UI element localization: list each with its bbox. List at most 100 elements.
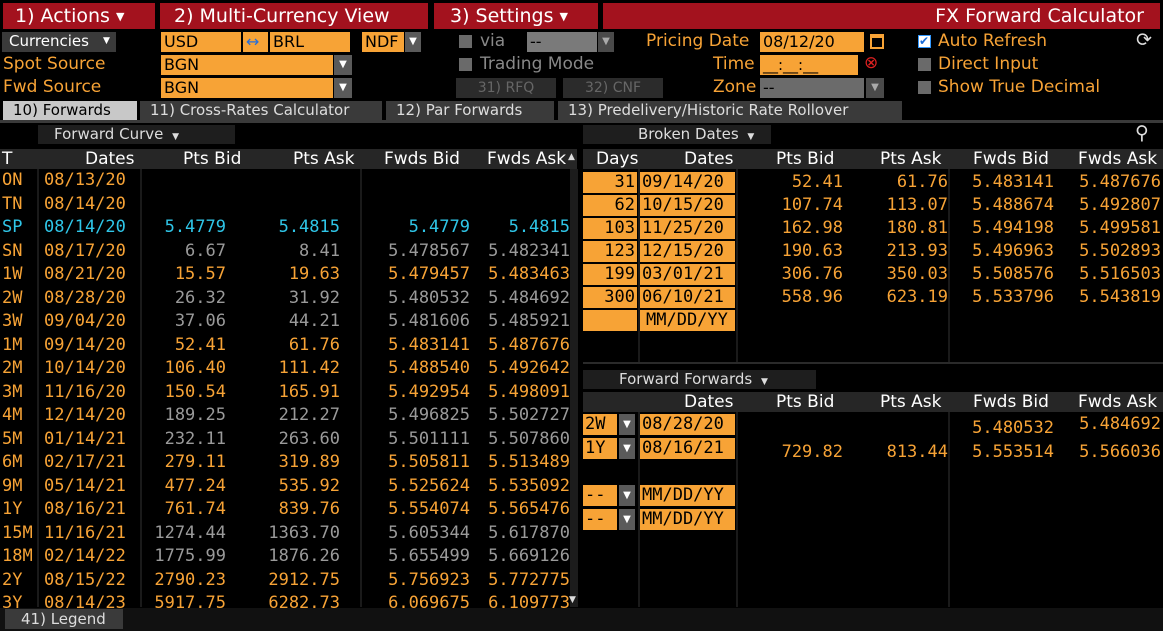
broken-date-input[interactable]: 03/01/21 <box>640 264 735 285</box>
broken-days-input[interactable]: 62 <box>583 195 637 216</box>
zone-field[interactable]: -- <box>760 78 864 98</box>
pts-bid-cell <box>140 193 226 216</box>
table-row[interactable]: 5M 01/14/21 232.11 263.60 5.501111 5.507860 <box>0 428 577 451</box>
table-row[interactable]: 6M 02/17/21 279.11 319.89 5.505811 5.513489 <box>0 451 577 474</box>
broken-date-input[interactable]: 10/15/20 <box>640 195 735 216</box>
spot-source-dropdown-arrow[interactable]: ▼ <box>334 55 352 75</box>
ff-date-input[interactable]: MM/DD/YY <box>640 509 735 530</box>
cnf-button[interactable]: 32) CNF <box>563 78 663 98</box>
refresh-icon[interactable]: ⟳ <box>1136 31 1152 50</box>
direct-input-checkbox[interactable] <box>918 58 931 71</box>
broken-date-input[interactable]: 09/14/20 <box>640 172 735 193</box>
tenor-input[interactable]: 1Y <box>583 438 617 459</box>
table-row[interactable]: ON 08/13/20 <box>0 169 577 192</box>
settings-menu[interactable]: 3) Settings ▼ <box>434 3 598 29</box>
table-row[interactable]: 1W 08/21/20 15.57 19.63 5.479457 5.483463 <box>0 263 577 286</box>
zone-dropdown-arrow[interactable]: ▼ <box>866 78 884 98</box>
ff-date-input[interactable]: MM/DD/YY <box>640 485 735 506</box>
table-row[interactable]: 18M 02/14/22 1775.99 1876.26 5.655499 5.66912… <box>0 545 577 568</box>
tenor-input[interactable]: -- <box>583 509 617 530</box>
swap-currencies-button[interactable]: ↔ <box>243 32 268 52</box>
tab-forwards[interactable]: 10) Forwards <box>3 101 137 120</box>
pts-ask-cell: 8.41 <box>299 240 340 261</box>
broken-days-input[interactable]: 103 <box>583 218 637 239</box>
table-row[interactable]: 1M 09/14/20 52.41 61.76 5.483141 5.487676 <box>0 334 577 357</box>
via-field[interactable]: -- <box>527 32 597 52</box>
table-row[interactable]: TN 08/14/20 <box>0 193 577 216</box>
fwds-bid-cell: 5.4779 <box>408 217 470 237</box>
broken-date-input-empty[interactable]: MM/DD/YY <box>640 310 735 331</box>
ff-date-input[interactable]: 08/28/20 <box>640 414 735 435</box>
table-row[interactable]: 4M 12/14/20 189.25 212.27 5.496825 5.502727 <box>0 404 577 427</box>
fwds-ask-cell: 5.482341 <box>488 240 570 261</box>
table-row[interactable]: SN 08/17/20 6.67 8.41 5.478567 5.482341 <box>0 240 577 263</box>
tab-predelivery[interactable]: 13) Predelivery/Historic Rate Rollover <box>558 101 902 120</box>
broken-date-input[interactable]: 12/15/20 <box>640 241 735 262</box>
broken-dates-header[interactable]: Broken Dates ▼ <box>583 125 771 144</box>
broken-days-input[interactable]: 31 <box>583 172 637 193</box>
time-field[interactable]: __:__:__ <box>760 55 858 75</box>
table-row[interactable]: 15M 11/16/21 1274.44 1363.70 5.605344 5.61787… <box>0 522 577 545</box>
tenor-dropdown-arrow[interactable]: ▼ <box>619 438 635 459</box>
pts-bid-cell: 15.57 <box>174 264 226 284</box>
table-row[interactable]: 9M 05/14/21 477.24 535.92 5.525624 5.535092 <box>0 475 577 498</box>
legend-button[interactable]: 41) Legend <box>5 609 123 629</box>
tenor-input[interactable]: -- <box>583 485 617 506</box>
via-dropdown-arrow[interactable]: ▼ <box>598 32 614 52</box>
quote-currency-field[interactable]: BRL <box>270 32 350 52</box>
multi-currency-view-button[interactable]: 2) Multi-Currency View <box>160 3 428 29</box>
table-row[interactable]: 1Y 08/16/21 761.74 839.76 5.554074 5.565476 <box>0 498 577 521</box>
actions-menu[interactable]: 1) Actions ▼ <box>3 3 155 29</box>
scroll-up-arrow-icon[interactable]: ▲ <box>568 153 575 162</box>
zoom-search-icon[interactable]: ⚲ <box>1135 124 1149 143</box>
broken-days-input[interactable]: 199 <box>583 264 637 285</box>
tab-par-forwards[interactable]: 12) Par Forwards <box>386 101 554 120</box>
pts-ask-cell: 319.89 <box>278 452 340 472</box>
spot-source-field[interactable]: BGN <box>161 55 333 75</box>
show-true-decimal-checkbox[interactable] <box>918 81 931 94</box>
table-row[interactable]: 2Y 08/15/22 2790.23 2912.75 5.756923 5.772775 <box>0 569 577 592</box>
tenor-dropdown-arrow[interactable]: ▼ <box>619 485 635 506</box>
fwd-source-field[interactable]: BGN <box>161 78 333 98</box>
pts-ask-cell: 1876.26 <box>268 546 340 566</box>
pricing-date-field[interactable]: 08/12/20 <box>760 32 864 52</box>
broken-days-input[interactable]: 300 <box>583 287 637 308</box>
tenor-cell: 1Y <box>2 499 23 519</box>
calendar-icon[interactable] <box>870 34 884 49</box>
table-row[interactable]: 3M 11/16/20 150.54 165.91 5.492954 5.498091 <box>0 381 577 404</box>
table-row[interactable]: 3W 09/04/20 37.06 44.21 5.481606 5.485921 <box>0 310 577 333</box>
chevron-down-icon: ▼ <box>761 377 768 387</box>
table-row[interactable]: SP 08/14/20 5.4779 5.4815 5.4779 5.4815 <box>0 216 577 239</box>
tenor-cell: 4M <box>2 405 23 425</box>
date-cell: 05/14/21 <box>44 475 126 496</box>
ff-date-input[interactable]: 08/16/21 <box>640 438 735 459</box>
ndf-dropdown-arrow[interactable]: ▼ <box>405 32 421 52</box>
broken-date-input[interactable]: 06/10/21 <box>640 287 735 308</box>
pts-bid-cell <box>740 489 843 510</box>
table-row[interactable]: 2W 08/28/20 26.32 31.92 5.480532 5.484692 <box>0 287 577 310</box>
clear-time-icon[interactable]: ⊗ <box>864 55 878 72</box>
broken-date-input[interactable]: 11/25/20 <box>640 218 735 239</box>
base-currency-field[interactable]: USD <box>161 32 241 52</box>
fwds-ask-cell: 5.498091 <box>488 381 570 402</box>
auto-refresh-checkbox[interactable] <box>918 34 931 48</box>
rfq-button[interactable]: 31) RFQ <box>456 78 556 98</box>
fwds-ask-cell <box>1056 489 1161 510</box>
broken-days-input-empty[interactable] <box>583 310 637 331</box>
pts-bid-cell: 37.06 <box>174 311 226 331</box>
forward-curve-header[interactable]: Forward Curve ▼ <box>38 125 235 144</box>
via-checkbox[interactable] <box>459 35 472 48</box>
tenor-dropdown-arrow[interactable]: ▼ <box>619 414 635 435</box>
forward-forwards-header[interactable]: Forward Forwards ▼ <box>583 370 816 389</box>
trading-mode-checkbox[interactable] <box>459 58 472 71</box>
table-row[interactable]: 2M 10/14/20 106.40 111.42 5.488540 5.492642 <box>0 357 577 380</box>
fwd-source-dropdown-arrow[interactable]: ▼ <box>334 78 352 98</box>
ndf-field[interactable]: NDF <box>362 32 404 52</box>
pts-bid-cell: 5.4779 <box>164 217 226 237</box>
tenor-dropdown-arrow[interactable]: ▼ <box>619 509 635 530</box>
tenor-input[interactable]: 2W <box>583 414 617 435</box>
fwds-bid-cell: 5.525624 <box>388 475 470 496</box>
col-header-fwds-ask: Fwds Ask <box>1078 149 1158 169</box>
tab-cross-rates-calculator[interactable]: 11) Cross-Rates Calculator <box>140 101 382 120</box>
broken-days-input[interactable]: 123 <box>583 241 637 262</box>
